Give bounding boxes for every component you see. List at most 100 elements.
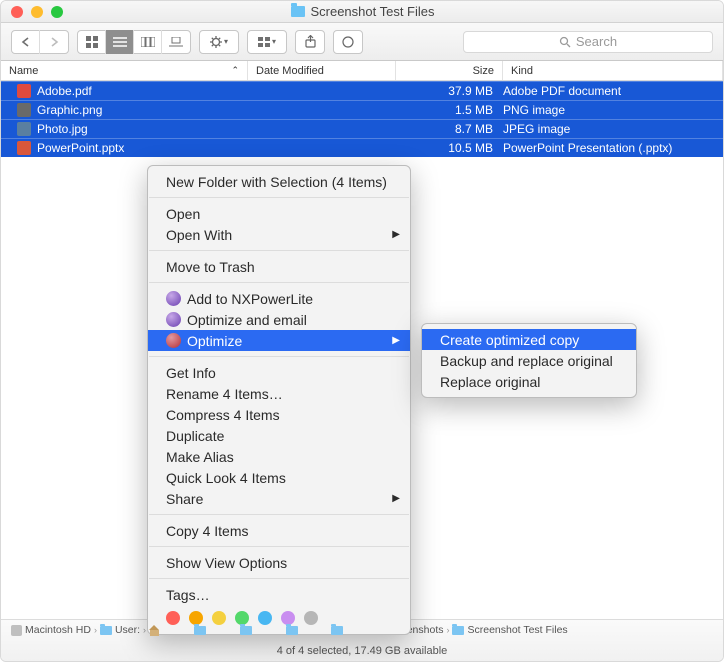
- file-name: Photo.jpg: [37, 122, 88, 136]
- file-kind: JPEG image: [503, 122, 723, 136]
- finder-window: Screenshot Test Files ▾ ▾: [0, 0, 724, 662]
- tags-button[interactable]: [333, 30, 363, 54]
- file-size: 10.5 MB: [396, 141, 503, 155]
- tag-color[interactable]: [235, 611, 249, 625]
- file-name: Graphic.png: [37, 103, 102, 117]
- zoom-button[interactable]: [51, 6, 63, 18]
- back-button[interactable]: [12, 30, 40, 54]
- menu-get-info[interactable]: Get Info: [148, 362, 410, 383]
- menu-rename[interactable]: Rename 4 Items…: [148, 383, 410, 404]
- menu-optimize[interactable]: Optimize▶: [148, 330, 410, 351]
- menu-share[interactable]: Share▶: [148, 488, 410, 509]
- fld-icon: [100, 626, 112, 635]
- coverflow-view-button[interactable]: [162, 30, 190, 54]
- menu-view-options[interactable]: Show View Options: [148, 552, 410, 573]
- path-item[interactable]: Screenshot Test Files: [452, 624, 567, 636]
- tag-color-row: [148, 605, 410, 629]
- file-list[interactable]: Adobe.pdf 37.9 MBAdobe PDF document Graphi…: [1, 81, 723, 619]
- file-row[interactable]: Graphic.png 1.5 MBPNG image: [1, 100, 723, 119]
- menu-copy[interactable]: Copy 4 Items: [148, 520, 410, 541]
- menu-add-nxpowerlite[interactable]: Add to NXPowerLite: [148, 288, 410, 309]
- column-size[interactable]: Size: [396, 61, 503, 80]
- column-kind[interactable]: Kind: [503, 61, 723, 80]
- nxpowerlite-icon: [166, 291, 181, 306]
- chevron-right-icon: ›: [143, 625, 146, 635]
- window-title: Screenshot Test Files: [63, 4, 663, 19]
- file-kind: PNG image: [503, 103, 723, 117]
- sort-indicator-icon: ⌃: [231, 65, 239, 76]
- chevron-right-icon: ›: [94, 625, 97, 635]
- submenu-arrow-icon: ▶: [392, 493, 400, 504]
- window-title-text: Screenshot Test Files: [310, 4, 434, 19]
- menu-trash[interactable]: Move to Trash: [148, 256, 410, 277]
- file-name: PowerPoint.pptx: [37, 141, 124, 155]
- nav-buttons: [11, 30, 69, 54]
- fld-icon: [452, 626, 464, 635]
- forward-button[interactable]: [40, 30, 68, 54]
- search-icon: [559, 36, 571, 48]
- view-mode-buttons: [77, 30, 191, 54]
- file-size: 37.9 MB: [396, 84, 503, 98]
- tag-color[interactable]: [258, 611, 272, 625]
- tag-color[interactable]: [281, 611, 295, 625]
- titlebar: Screenshot Test Files: [1, 1, 723, 23]
- window-controls: [1, 6, 63, 18]
- file-icon: [17, 103, 31, 117]
- menu-open-with[interactable]: Open With▶: [148, 224, 410, 245]
- icon-view-button[interactable]: [78, 30, 106, 54]
- chevron-right-icon: ›: [446, 625, 449, 635]
- menu-quick-look[interactable]: Quick Look 4 Items: [148, 467, 410, 488]
- file-size: 1.5 MB: [396, 103, 503, 117]
- optimize-submenu: Create optimized copy Backup and replace…: [421, 323, 637, 398]
- file-size: 8.7 MB: [396, 122, 503, 136]
- menu-duplicate[interactable]: Duplicate: [148, 425, 410, 446]
- hm-icon: [149, 625, 160, 636]
- file-icon: [17, 122, 31, 136]
- path-item[interactable]: User:: [100, 624, 140, 636]
- submenu-arrow-icon: ▶: [392, 335, 400, 346]
- menu-open[interactable]: Open: [148, 203, 410, 224]
- menu-make-alias[interactable]: Make Alias: [148, 446, 410, 467]
- toolbar: ▾ ▾ Search: [1, 23, 723, 61]
- action-dropdown[interactable]: ▾: [199, 30, 239, 54]
- fld-icon: [240, 626, 252, 635]
- hd-icon: [11, 625, 22, 636]
- close-button[interactable]: [11, 6, 23, 18]
- menu-optimize-email[interactable]: Optimize and email: [148, 309, 410, 330]
- file-row[interactable]: Adobe.pdf 37.9 MBAdobe PDF document: [1, 81, 723, 100]
- menu-new-folder[interactable]: New Folder with Selection (4 Items): [148, 171, 410, 192]
- search-placeholder: Search: [576, 34, 617, 49]
- submenu-backup-replace[interactable]: Backup and replace original: [422, 350, 636, 371]
- file-kind: Adobe PDF document: [503, 84, 723, 98]
- list-view-button[interactable]: [106, 30, 134, 54]
- column-view-button[interactable]: [134, 30, 162, 54]
- tag-color[interactable]: [189, 611, 203, 625]
- status-bar: 4 of 4 selected, 17.49 GB available: [1, 640, 723, 662]
- file-row[interactable]: Photo.jpg 8.7 MBJPEG image: [1, 119, 723, 138]
- tag-color[interactable]: [304, 611, 318, 625]
- file-row[interactable]: PowerPoint.pptx 10.5 MBPowerPoint Present…: [1, 138, 723, 157]
- submenu-replace[interactable]: Replace original: [422, 371, 636, 392]
- menu-tags[interactable]: Tags…: [148, 584, 410, 605]
- submenu-arrow-icon: ▶: [392, 229, 400, 240]
- context-menu: New Folder with Selection (4 Items) Open…: [147, 165, 411, 635]
- folder-icon: [291, 6, 305, 17]
- submenu-create-copy[interactable]: Create optimized copy: [422, 329, 636, 350]
- share-button[interactable]: [295, 30, 325, 54]
- fld-icon: [286, 626, 298, 635]
- path-item[interactable]: Macintosh HD: [11, 624, 91, 636]
- arrange-dropdown[interactable]: ▾: [247, 30, 287, 54]
- file-icon: [17, 84, 31, 98]
- search-field[interactable]: Search: [463, 31, 713, 53]
- column-name[interactable]: Name⌃: [1, 61, 248, 80]
- nxpowerlite-icon: [166, 312, 181, 327]
- file-name: Adobe.pdf: [37, 84, 92, 98]
- menu-compress[interactable]: Compress 4 Items: [148, 404, 410, 425]
- fld-icon: [331, 626, 343, 635]
- tag-color[interactable]: [166, 611, 180, 625]
- minimize-button[interactable]: [31, 6, 43, 18]
- nxpowerlite-icon: [166, 333, 181, 348]
- tag-color[interactable]: [212, 611, 226, 625]
- file-kind: PowerPoint Presentation (.pptx): [503, 141, 723, 155]
- column-date[interactable]: Date Modified: [248, 61, 396, 80]
